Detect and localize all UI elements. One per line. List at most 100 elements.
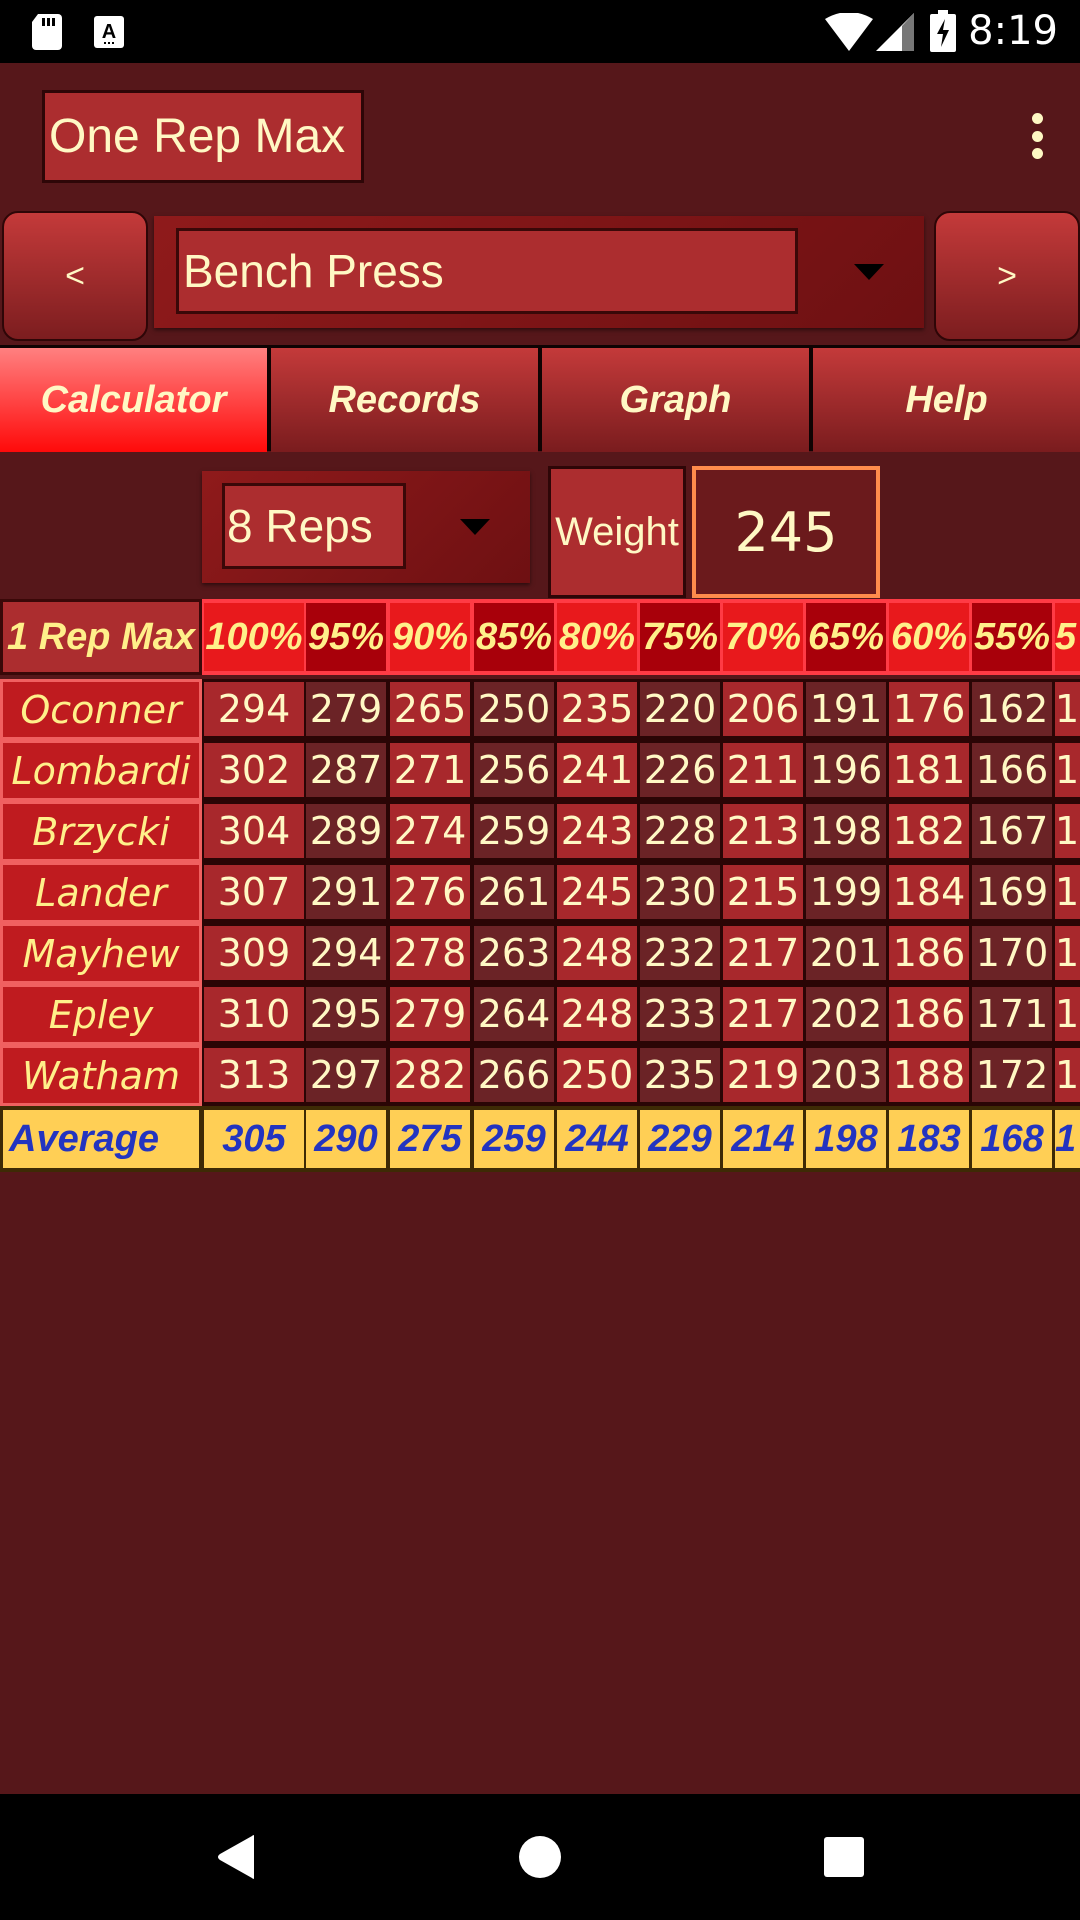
signal-icon	[876, 13, 914, 51]
chevron-down-icon[interactable]	[854, 264, 884, 280]
table-cell: 215	[723, 865, 803, 919]
table-cell: 219	[723, 1048, 803, 1102]
column-header: 85%	[474, 603, 554, 671]
table-cell: 241	[557, 743, 637, 797]
app-title: One Rep Max	[42, 90, 364, 183]
table-cell: 274	[390, 804, 470, 858]
table-cell: 181	[889, 743, 969, 797]
table-cell: 198	[806, 804, 886, 858]
table-cell: 228	[640, 804, 720, 858]
table-cell: 230	[640, 865, 720, 919]
column-header: 95%	[306, 603, 386, 671]
table-cell: 250	[474, 682, 554, 736]
tab-bar: Calculator Records Graph Help	[0, 348, 1080, 452]
app-screen: One Rep Max < Bench Press > Calculator R…	[0, 63, 1080, 1794]
column-header: 60%	[889, 603, 969, 671]
overflow-menu-icon[interactable]	[1030, 113, 1044, 159]
table-cell: 266	[474, 1048, 554, 1102]
table-cell: 196	[806, 743, 886, 797]
table-cell: 162	[972, 682, 1052, 736]
sd-card-icon	[32, 14, 62, 50]
tab-graph[interactable]: Graph	[542, 348, 809, 452]
average-cell: 290	[306, 1110, 386, 1168]
table-cell: 186	[889, 926, 969, 980]
average-label: Average	[3, 1110, 199, 1168]
recents-icon[interactable]	[824, 1837, 864, 1877]
average-cell: 214	[723, 1110, 803, 1168]
table-cell: 1	[1055, 804, 1080, 858]
column-header: 100%	[204, 603, 304, 671]
formula-name: Epley	[0, 984, 202, 1045]
table-cell: 307	[204, 865, 304, 919]
table-cell: 291	[306, 865, 386, 919]
table-cell: 287	[306, 743, 386, 797]
reps-selected-value[interactable]: 8 Reps	[222, 483, 406, 569]
reps-dropdown[interactable]: 8 Reps	[202, 471, 530, 583]
table-cell: 191	[806, 682, 886, 736]
table-cell: 186	[889, 987, 969, 1041]
table-cell: 213	[723, 804, 803, 858]
table-cell: 250	[557, 1048, 637, 1102]
table-cell: 276	[390, 865, 470, 919]
table-cell: 313	[204, 1048, 304, 1102]
table-cell: 256	[474, 743, 554, 797]
home-icon[interactable]	[519, 1836, 561, 1878]
weight-input[interactable]: 245	[692, 466, 880, 598]
table-cell: 167	[972, 804, 1052, 858]
formula-name: Mayhew	[0, 923, 202, 984]
chevron-down-icon[interactable]	[460, 519, 490, 535]
next-exercise-button[interactable]: >	[934, 211, 1080, 341]
tab-help[interactable]: Help	[813, 348, 1080, 452]
weight-label: Weight	[548, 466, 686, 598]
table-cell: 202	[806, 987, 886, 1041]
wifi-icon	[825, 13, 873, 51]
table-cell: 304	[204, 804, 304, 858]
table-cell: 211	[723, 743, 803, 797]
tab-calculator[interactable]: Calculator	[0, 348, 267, 452]
average-cell: 259	[474, 1110, 554, 1168]
table-cell: 294	[306, 926, 386, 980]
table-cell: 1	[1055, 1048, 1080, 1102]
table-cell: 261	[474, 865, 554, 919]
table-cell: 295	[306, 987, 386, 1041]
table-cell: 259	[474, 804, 554, 858]
table-cell: 188	[889, 1048, 969, 1102]
tab-records[interactable]: Records	[271, 348, 538, 452]
table-cell: 203	[806, 1048, 886, 1102]
table-cell: 235	[557, 682, 637, 736]
table-cell: 1	[1055, 682, 1080, 736]
svg-text:A: A	[102, 21, 116, 43]
column-header: 90%	[390, 603, 470, 671]
table-cell: 245	[557, 865, 637, 919]
column-header: 55%	[972, 603, 1052, 671]
exercise-selected-value[interactable]: Bench Press	[176, 228, 798, 314]
table-cell: 184	[889, 865, 969, 919]
table-cell: 232	[640, 926, 720, 980]
table-cell: 279	[306, 682, 386, 736]
table-cell: 169	[972, 865, 1052, 919]
average-cell: 275	[390, 1110, 470, 1168]
column-header: 75%	[640, 603, 720, 671]
table-cell: 171	[972, 987, 1052, 1041]
table-cell: 302	[204, 743, 304, 797]
table-cell: 1	[1055, 743, 1080, 797]
table-cell: 226	[640, 743, 720, 797]
exercise-dropdown[interactable]: Bench Press	[154, 216, 924, 328]
formula-name: Lander	[0, 862, 202, 923]
back-icon[interactable]	[216, 1834, 256, 1880]
battery-charging-icon	[930, 10, 956, 52]
table-cell: 297	[306, 1048, 386, 1102]
average-cell: 183	[889, 1110, 969, 1168]
average-cell: 244	[557, 1110, 637, 1168]
table-cell: 170	[972, 926, 1052, 980]
table-cell: 235	[640, 1048, 720, 1102]
previous-exercise-button[interactable]: <	[2, 211, 148, 341]
average-cell: 229	[640, 1110, 720, 1168]
average-cell: 305	[204, 1110, 304, 1168]
table-cell: 271	[390, 743, 470, 797]
table-cell: 282	[390, 1048, 470, 1102]
table-cell: 182	[889, 804, 969, 858]
table-cell: 199	[806, 865, 886, 919]
average-cell: 1	[1055, 1110, 1080, 1168]
table-cell: 233	[640, 987, 720, 1041]
